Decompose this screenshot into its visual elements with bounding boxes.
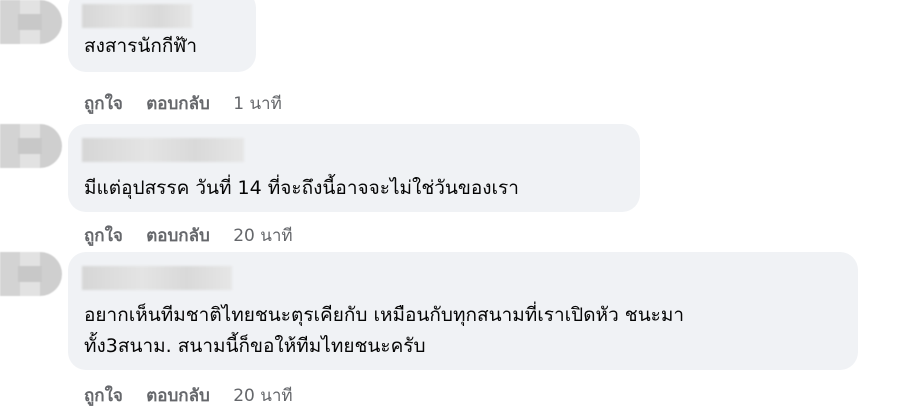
like-button[interactable]: ถูกใจ xyxy=(84,382,123,409)
avatar[interactable] xyxy=(0,0,62,44)
timestamp[interactable]: 20 นาที xyxy=(233,222,292,249)
comment-bubble: อยากเห็นทีมชาติไทยชนะตุรเคียกับ เหมือนกั… xyxy=(68,252,858,370)
author-name-blurred[interactable] xyxy=(82,4,192,28)
avatar[interactable] xyxy=(0,124,62,168)
author-name-blurred[interactable] xyxy=(82,266,232,290)
reply-button[interactable]: ตอบกลับ xyxy=(146,222,210,249)
like-button[interactable]: ถูกใจ xyxy=(84,222,123,249)
timestamp[interactable]: 20 นาที xyxy=(233,382,292,409)
comment-actions: ถูกใจ ตอบกลับ 1 นาที xyxy=(84,90,282,117)
like-button[interactable]: ถูกใจ xyxy=(84,90,123,117)
comment-actions: ถูกใจ ตอบกลับ 20 นาที xyxy=(84,222,293,249)
comment-bubble: มีแต่อุปสรรค วันที่ 14 ที่จะถึงนี้อาจจะไ… xyxy=(68,124,640,212)
timestamp[interactable]: 1 นาที xyxy=(233,90,282,117)
comment-text: สงสารนักกีฬ้า xyxy=(84,35,197,57)
reply-button[interactable]: ตอบกลับ xyxy=(146,382,210,409)
comment-actions: ถูกใจ ตอบกลับ 20 นาที xyxy=(84,382,293,409)
comment-text: มีแต่อุปสรรค วันที่ 14 ที่จะถึงนี้อาจจะไ… xyxy=(84,177,519,199)
comment-text-line-1: อยากเห็นทีมชาติไทยชนะตุรเคียกับ เหมือนกั… xyxy=(84,304,685,326)
reply-button[interactable]: ตอบกลับ xyxy=(146,90,210,117)
comment-bubble: สงสารนักกีฬ้า xyxy=(68,0,256,72)
author-name-blurred[interactable] xyxy=(82,138,244,162)
avatar[interactable] xyxy=(0,252,62,296)
comment-text-line-2: ทั้ง3สนาม. สนามนี้ก็ขอให้ทีมไทยชนะครับ xyxy=(84,335,426,357)
